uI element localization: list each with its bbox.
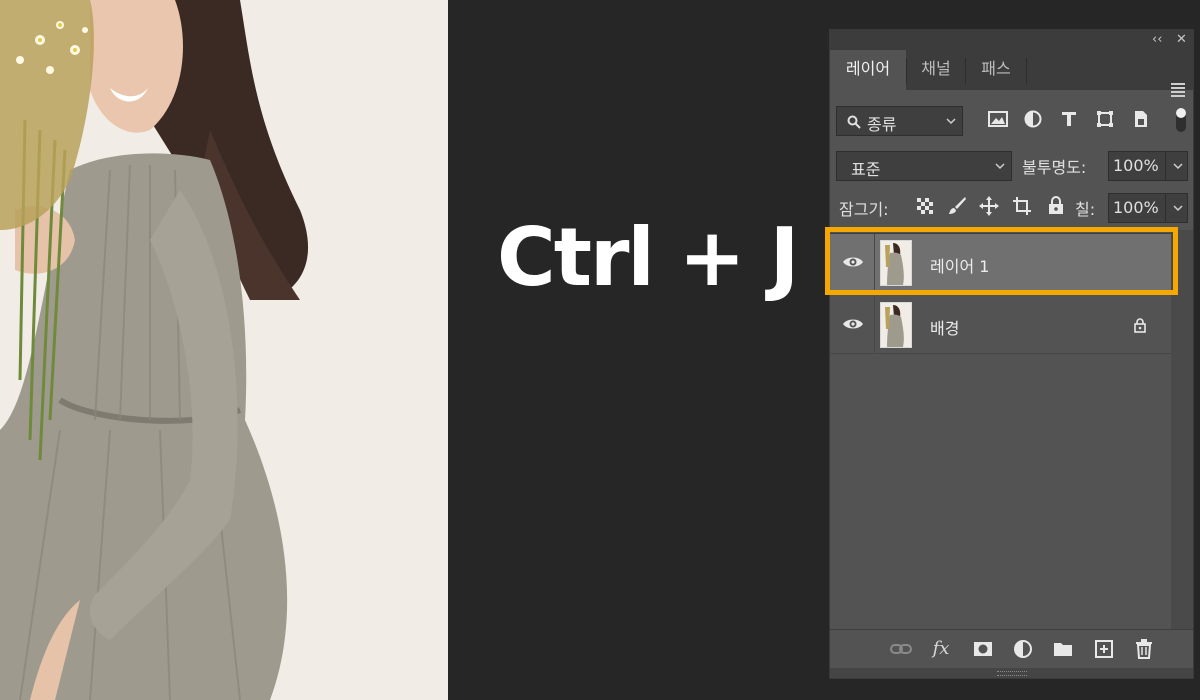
layer-thumbnail xyxy=(880,240,912,286)
opacity-label: 불투명도: xyxy=(1022,158,1087,177)
lock-transparent-icon[interactable] xyxy=(916,197,934,215)
adjustment-layer-icon[interactable] xyxy=(1012,638,1034,660)
fill-value: 100% xyxy=(1113,198,1159,217)
image-filter-icon[interactable] xyxy=(988,110,1008,128)
tab-channels[interactable]: 채널 xyxy=(907,50,965,90)
lock-position-icon[interactable] xyxy=(979,196,999,216)
chevron-down-icon xyxy=(946,118,956,125)
tab-divider xyxy=(1026,58,1027,84)
close-panel-icon[interactable]: ✕ xyxy=(1176,30,1187,50)
layer-row-background[interactable]: 배경 xyxy=(830,296,1171,354)
delete-icon[interactable] xyxy=(1133,638,1155,660)
chevron-down-icon xyxy=(995,163,1005,170)
layer-name[interactable]: 배경 xyxy=(930,315,959,339)
shape-filter-icon[interactable] xyxy=(1096,110,1114,128)
panel-titlebar: ‹‹ ✕ xyxy=(830,30,1193,50)
link-layers-icon[interactable] xyxy=(890,638,912,660)
lock-artboard-icon[interactable] xyxy=(1012,196,1032,216)
new-group-icon[interactable] xyxy=(1052,638,1074,660)
tab-layers[interactable]: 레이어 xyxy=(830,50,906,90)
layer-thumbnail xyxy=(880,302,912,348)
opacity-value: 100% xyxy=(1113,156,1159,175)
lock-all-icon[interactable] xyxy=(1047,195,1065,215)
layer-list-scrollbar[interactable] xyxy=(1171,230,1193,630)
fill-field[interactable]: 100% xyxy=(1108,193,1188,223)
fx-icon[interactable]: fx xyxy=(930,638,952,660)
chevron-down-icon[interactable] xyxy=(1173,205,1183,212)
panel-menu-icon[interactable] xyxy=(1171,83,1185,97)
layers-panel: ‹‹ ✕ 레이어 채널 패스 종류 표준 불투명도: 100% 잠그기: 칠: … xyxy=(829,29,1194,679)
panel-resize-grip[interactable] xyxy=(830,668,1193,678)
chevron-down-icon[interactable] xyxy=(1173,163,1183,170)
fill-label: 칠: xyxy=(1075,200,1096,219)
collapse-panel-icon[interactable]: ‹‹ xyxy=(1152,30,1162,50)
layer-lock-icon[interactable] xyxy=(1133,317,1147,333)
adjustment-filter-icon[interactable] xyxy=(1024,110,1042,128)
eye-icon[interactable] xyxy=(842,316,864,332)
search-icon xyxy=(847,115,861,129)
shortcut-caption: Ctrl + J xyxy=(497,211,799,304)
layer-row-layer-1[interactable]: 레이어 1 xyxy=(830,234,1171,292)
lock-label: 잠그기: xyxy=(839,200,889,219)
tab-paths[interactable]: 패스 xyxy=(966,50,1026,90)
panel-tabs: 레이어 채널 패스 xyxy=(830,50,1193,97)
new-layer-icon[interactable] xyxy=(1093,638,1115,660)
add-mask-icon[interactable] xyxy=(972,638,994,660)
panel-footer: fx xyxy=(830,629,1193,668)
lock-image-icon[interactable] xyxy=(947,196,967,216)
layer-filter-dropdown[interactable]: 종류 xyxy=(836,106,963,136)
blend-mode-value: 표준 xyxy=(851,160,881,179)
woman-with-flowers-image xyxy=(0,0,448,700)
layer-name[interactable]: 레이어 1 xyxy=(930,253,989,277)
eye-icon[interactable] xyxy=(842,254,864,270)
type-filter-icon[interactable] xyxy=(1060,110,1078,128)
opacity-field[interactable]: 100% xyxy=(1108,151,1188,181)
filter-toggle-switch[interactable] xyxy=(1174,106,1188,134)
smart-object-filter-icon[interactable] xyxy=(1132,110,1150,128)
blend-mode-dropdown[interactable]: 표준 xyxy=(836,151,1012,181)
canvas-photo xyxy=(0,0,448,700)
filter-label: 종류 xyxy=(867,115,897,134)
